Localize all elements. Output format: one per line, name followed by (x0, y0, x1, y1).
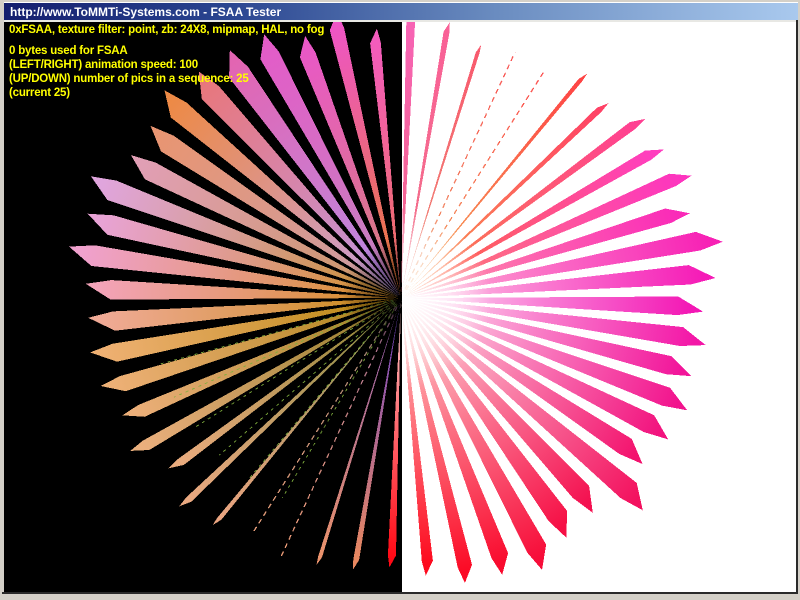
app-window: http://www.ToMMTi-Systems.com - FSAA Tes… (0, 0, 800, 600)
hud-settings-line: 0xFSAA, texture filter: point, zb: 24X8,… (9, 24, 324, 36)
hud-animation-speed: (LEFT/RIGHT) animation speed: 100 (9, 58, 249, 72)
hud-current-pics: (current 25) (9, 86, 249, 100)
titlebar[interactable]: http://www.ToMMTi-Systems.com - FSAA Tes… (4, 2, 798, 20)
window-frame-bottom (2, 594, 800, 600)
hud-fsaa-bytes: 0 bytes used for FSAA (9, 44, 249, 58)
window-title: http://www.ToMMTi-Systems.com - FSAA Tes… (10, 4, 281, 20)
render-viewport: 0xFSAA, texture filter: point, zb: 24X8,… (4, 22, 796, 592)
hud-pics-sequence: (UP/DOWN) number of pics in a sequence: … (9, 72, 249, 86)
starburst-canvas (4, 22, 796, 592)
